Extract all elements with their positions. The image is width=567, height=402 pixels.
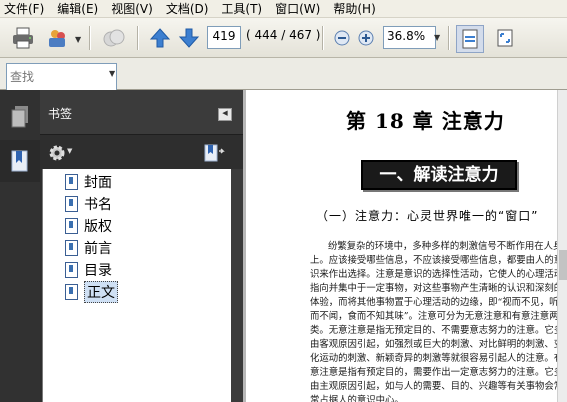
find-input[interactable] — [6, 63, 117, 91]
menu-document[interactable]: 文档(D) — [166, 0, 209, 17]
zoom-out-icon[interactable] — [329, 25, 355, 51]
bookmarks-panel: 书签 ◀ ▼ 封面 书名 版权 前言 目录 正文 — [40, 90, 243, 402]
bookmark-label: 目录 — [84, 263, 112, 279]
scrollbar-thumb[interactable] — [559, 250, 567, 280]
bookmark-item[interactable]: 版权 — [65, 216, 112, 236]
pages-panel-tab[interactable] — [0, 96, 40, 138]
toolbar-separator — [322, 26, 324, 50]
menu-window[interactable]: 窗口(W) — [275, 0, 320, 17]
collapse-panel-icon[interactable]: ◀ — [218, 108, 232, 121]
print-icon[interactable] — [10, 25, 36, 51]
bookmark-icon — [65, 174, 78, 190]
body-line: 纷繁复杂的环境中，多种多样的刺激信号不断作用在人身 — [328, 241, 563, 252]
body-line: 化运动的刺激、新颖奇异的刺激等就很容易引起人的注意。有 — [310, 353, 564, 364]
body-line: 常占据人的意识中心。 — [310, 395, 404, 402]
toolbar: ▼ 419 ( 444 / 467 ) 36.8% ▼ — [0, 18, 567, 58]
body-line: 由客观原因引起，如强烈或巨大的刺激、对比鲜明的刺激、变 — [310, 339, 564, 350]
menu-tools[interactable]: 工具(T) — [221, 0, 262, 17]
expand-bookmark-icon[interactable] — [204, 144, 226, 162]
menu-edit[interactable]: 编辑(E) — [57, 0, 98, 17]
page-number-input[interactable]: 419 — [207, 26, 241, 49]
toolbar-separator — [89, 26, 91, 50]
body-line: 指向并集中于一定事物，对这些事物产生清晰的认识和深刻的 — [310, 283, 564, 294]
body-line: 意注意是指有预定目的，需要作出一定意志努力的注意。它多 — [310, 367, 564, 378]
menu-bar: 文件(F) 编辑(E) 视图(V) 文档(D) 工具(T) 窗口(W) 帮助(H… — [0, 0, 567, 18]
menu-file[interactable]: 文件(F) — [4, 0, 44, 17]
bookmark-icon — [65, 284, 78, 300]
bookmark-item[interactable]: 封面 — [65, 172, 112, 192]
fit-width-icon[interactable] — [456, 25, 484, 53]
options-dropdown-icon[interactable]: ▼ — [67, 147, 72, 155]
bookmarks-panel-header: 书签 ◀ — [40, 90, 243, 135]
bookmarks-icon — [11, 150, 28, 172]
fit-page-icon[interactable] — [492, 25, 518, 51]
bookmark-list: 封面 书名 版权 前言 目录 正文 — [42, 169, 232, 402]
bookmarks-toolbar: ▼ — [40, 135, 243, 169]
bookmark-item[interactable]: 前言 — [65, 238, 112, 258]
chapter-title: 第 18 章 注意力 — [346, 109, 505, 133]
find-dropdown-icon[interactable]: ▼ — [109, 63, 118, 85]
bookmark-label: 版权 — [84, 219, 112, 235]
bookmark-icon — [65, 240, 78, 256]
menu-help[interactable]: 帮助(H) — [333, 0, 375, 17]
bookmark-icon — [65, 218, 78, 234]
vertical-scrollbar[interactable] — [557, 90, 567, 402]
share-icon[interactable] — [45, 25, 71, 51]
menu-view[interactable]: 视图(V) — [111, 0, 153, 17]
cloud-icon — [101, 25, 127, 51]
next-page-icon[interactable] — [176, 25, 202, 51]
section-heading: 一、解读注意力 — [361, 160, 517, 190]
toolbar-separator — [137, 26, 139, 50]
document-view[interactable]: 第 18 章 注意力 一、解读注意力 （一）注意力：心灵世界唯一的“窗口” 纷繁… — [246, 90, 567, 402]
bookmarks-panel-tab[interactable] — [0, 140, 40, 182]
bookmark-icon — [65, 196, 78, 212]
bookmark-label: 正文 — [84, 281, 118, 303]
zoom-dropdown-icon[interactable]: ▼ — [434, 33, 440, 42]
toolbar-separator — [448, 26, 450, 50]
bookmark-item-selected[interactable]: 正文 — [65, 281, 118, 303]
options-gear-icon[interactable] — [48, 144, 66, 162]
share-dropdown-icon[interactable]: ▼ — [75, 35, 81, 44]
bookmark-label: 书名 — [84, 197, 112, 213]
page-count-label: ( 444 / 467 ) — [246, 28, 321, 42]
navigation-rail — [0, 90, 40, 402]
body-line: 上。应该接受哪些信息，不应该接受哪些信息，都要由人的意 — [310, 255, 564, 266]
body-line: 识来作出选择。注意是意识的选择性活动，它使人的心理活动 — [310, 269, 564, 280]
zoom-level-field[interactable]: 36.8% — [383, 26, 436, 49]
body-line: 体验，而将其他事物置于心理活动的边缘，即“视而不见，听 — [310, 297, 559, 308]
bookmark-item[interactable]: 目录 — [65, 260, 112, 280]
prev-page-icon[interactable] — [147, 25, 173, 51]
bookmark-label: 前言 — [84, 241, 112, 257]
bookmarks-panel-title: 书签 — [48, 107, 73, 121]
find-bar: ▼ — [0, 58, 567, 91]
bookmark-item[interactable]: 书名 — [65, 194, 112, 214]
pages-icon — [11, 106, 28, 128]
panel-edge — [231, 169, 243, 402]
body-line: 而不闻，食而不知其味”。注意可分为无意注意和有意注意两 — [310, 311, 559, 322]
body-line: 由主观原因引起，如与人的需要、目的、兴趣等有关事物会常 — [310, 381, 564, 392]
bookmark-icon — [65, 262, 78, 278]
bookmark-label: 封面 — [84, 175, 112, 191]
zoom-in-icon[interactable] — [353, 25, 379, 51]
subsection-heading: （一）注意力：心灵世界唯一的“窗口” — [316, 209, 539, 223]
body-line: 类。无意注意是指无预定目的、不需要意志努力的注意。它多 — [310, 325, 564, 336]
